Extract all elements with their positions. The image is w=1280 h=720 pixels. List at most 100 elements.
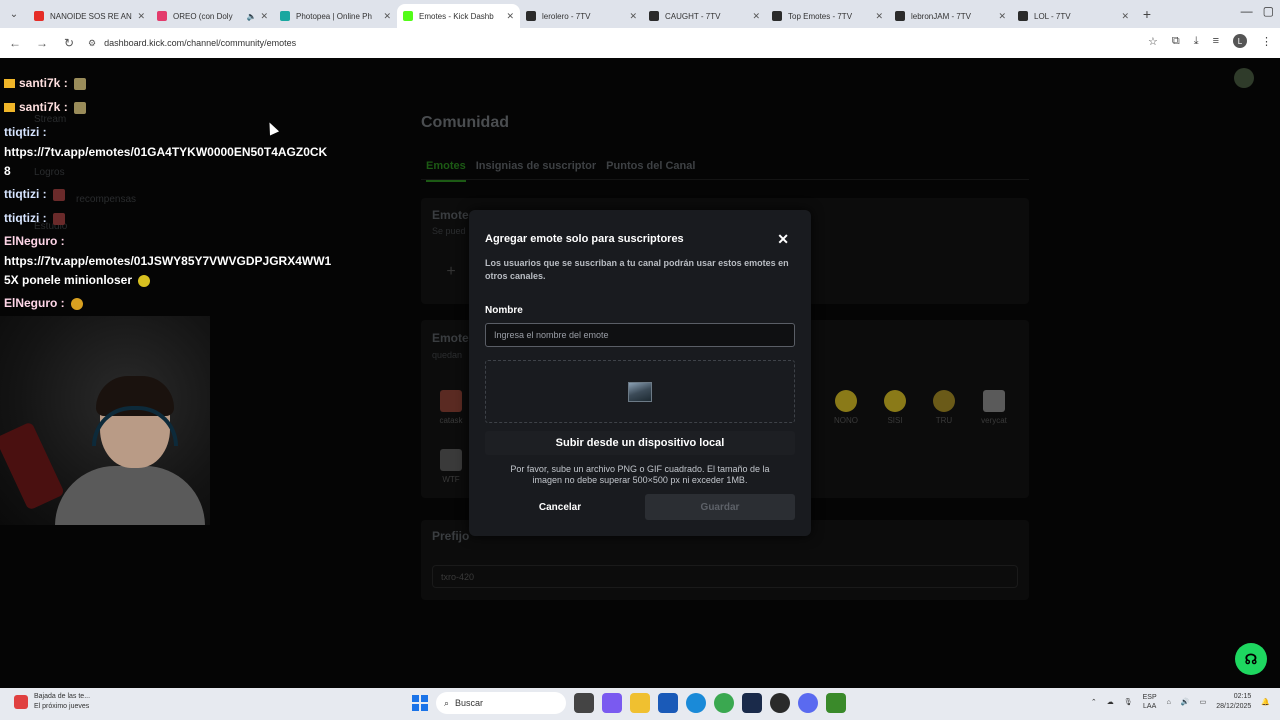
tab-favicon-icon	[1018, 11, 1028, 21]
tab-title: CAUGHT - 7TV	[665, 11, 721, 21]
tab-close-icon[interactable]: ✕	[383, 11, 391, 22]
tab-close-icon[interactable]: ✕	[260, 11, 268, 22]
tab-audio-icon[interactable]: 🔈	[246, 12, 256, 21]
user-avatar[interactable]	[1234, 68, 1254, 88]
page-viewport: Stream Logros recompensas Estudio Comuni…	[0, 58, 1280, 688]
browser-tab[interactable]: LOL - 7TV ✕	[1012, 4, 1135, 28]
browser-tab[interactable]: CAUGHT - 7TV ✕	[643, 4, 766, 28]
menu-kebab-icon[interactable]: ⋮	[1261, 35, 1272, 48]
steam-icon[interactable]	[742, 693, 762, 713]
forward-icon[interactable]: →	[30, 36, 54, 50]
tab-favicon-icon	[403, 11, 413, 21]
notifications-bell-icon[interactable]: 🔔	[1261, 698, 1270, 706]
obs-icon[interactable]	[770, 693, 790, 713]
back-icon[interactable]: ←	[3, 36, 27, 50]
maximize-icon[interactable]: ▢	[1263, 4, 1274, 18]
emote-icon	[73, 77, 86, 90]
emote-name-input[interactable]	[485, 323, 795, 347]
emote-item[interactable]: TRU	[924, 390, 964, 425]
extensions-icon[interactable]: ⧉	[1172, 35, 1180, 48]
sidebar-item-recompensas[interactable]: recompensas	[76, 194, 136, 205]
profile-avatar[interactable]: L	[1233, 34, 1247, 48]
network-icon[interactable]: ⌂	[1167, 699, 1171, 706]
sidebar-item-logros[interactable]: Logros	[34, 167, 65, 178]
emote-image	[884, 390, 906, 412]
minecraft-icon[interactable]	[826, 693, 846, 713]
tab-search-menu-icon[interactable]: ⌄	[0, 0, 28, 28]
site-info-icon[interactable]: ⚙	[88, 38, 96, 49]
browser-tab[interactable]: lerolero - 7TV ✕	[520, 4, 643, 28]
chevron-up-icon[interactable]: ⌃	[1091, 698, 1097, 706]
discord-icon[interactable]	[798, 693, 818, 713]
browser-tab[interactable]: Top Emotes - 7TV ✕	[766, 4, 889, 28]
battery-icon[interactable]: ▭	[1200, 698, 1207, 706]
reload-icon[interactable]: ↻	[57, 36, 81, 50]
emotes-card-title: Emote	[432, 208, 469, 222]
add-emote-button[interactable]: +	[433, 254, 469, 290]
close-icon[interactable]: ✕	[777, 231, 789, 248]
tab-divider	[421, 179, 1029, 180]
tab-close-icon[interactable]: ✕	[875, 11, 883, 22]
windows-start-icon[interactable]	[412, 695, 428, 711]
upload-requirements-note: Por favor, sube un archivo PNG o GIF cua…	[510, 464, 770, 485]
chat-message: santi7k :	[4, 100, 86, 114]
emote-image	[983, 390, 1005, 412]
clock[interactable]: 02:15 28/12/2025	[1216, 692, 1251, 712]
emote-image	[835, 390, 857, 412]
chat-text: https://7tv.app/emotes/01JSWY85Y7VWVGDPJ…	[4, 254, 332, 268]
image-dropzone[interactable]	[485, 360, 795, 423]
minimize-icon[interactable]: —	[1241, 4, 1253, 18]
prefix-field[interactable]: txro-420	[432, 565, 1018, 588]
news-widget[interactable]: Bajada de las te... El próximo jueves	[14, 692, 90, 712]
emote-icon	[52, 212, 65, 225]
reading-list-icon[interactable]: ≡	[1213, 35, 1219, 47]
news-headline: Bajada de las te...	[34, 693, 91, 700]
browser-tab[interactable]: OREO (con Doly 🔈 ✕	[151, 4, 274, 28]
bookmark-star-icon[interactable]: ☆	[1148, 35, 1158, 48]
sub-emotes-card-title: Emote	[432, 331, 469, 345]
file-explorer-icon[interactable]	[630, 693, 650, 713]
tab-close-icon[interactable]: ✕	[998, 11, 1006, 22]
emote-item[interactable]: WTF	[431, 449, 471, 484]
new-tab-button[interactable]: +	[1135, 6, 1159, 22]
tab-close-icon[interactable]: ✕	[752, 11, 760, 22]
upload-local-button[interactable]: Subir desde un dispositivo local	[485, 431, 795, 455]
emote-item[interactable]: catask	[431, 390, 471, 425]
url-field[interactable]: ⚙ dashboard.kick.com/channel/community/e…	[80, 32, 1140, 54]
save-button[interactable]: Guardar	[645, 494, 795, 520]
microphone-icon[interactable]: 🎙	[1124, 698, 1133, 706]
download-icon[interactable]: ⤓	[1194, 35, 1199, 48]
emote-name: NONO	[834, 416, 858, 425]
tab-favicon-icon	[526, 11, 536, 21]
emote-name: verycat	[981, 416, 1007, 425]
image-placeholder-icon	[628, 381, 652, 402]
chat-text: https://7tv.app/emotes/01GA4TYKW0000EN50…	[4, 145, 328, 159]
cancel-button[interactable]: Cancelar	[485, 494, 635, 520]
name-label: Nombre	[485, 305, 523, 316]
chat-text: 8	[4, 164, 11, 178]
volume-icon[interactable]: 🔊	[1181, 698, 1190, 706]
copilot-icon[interactable]	[602, 693, 622, 713]
support-chat-button[interactable]: ☊	[1235, 643, 1267, 675]
browser-tab[interactable]: NANOIDE SOS RE AN ✕	[28, 4, 151, 28]
emote-item[interactable]: verycat	[974, 390, 1014, 425]
taskbar-apps: ⌕ Buscar	[412, 692, 846, 714]
language-indicator[interactable]: ESP LAA	[1143, 693, 1157, 711]
modal-description: Los usuarios que se suscriban a tu canal…	[485, 258, 789, 281]
onedrive-icon[interactable]: ☁	[1107, 698, 1114, 706]
tab-close-icon[interactable]: ✕	[629, 11, 637, 22]
chrome-icon[interactable]	[714, 693, 734, 713]
browser-tab[interactable]: Emotes - Kick Dashb ✕	[397, 4, 520, 28]
tab-close-icon[interactable]: ✕	[137, 11, 145, 22]
browser-tab[interactable]: lebronJAM - 7TV ✕	[889, 4, 1012, 28]
emote-item[interactable]: SISI	[875, 390, 915, 425]
browser-tab[interactable]: Photopea | Online Ph ✕	[274, 4, 397, 28]
edge-icon[interactable]	[686, 693, 706, 713]
sidebar-item-stream[interactable]: Stream	[34, 114, 66, 125]
task-view-icon[interactable]	[574, 693, 594, 713]
taskbar-search[interactable]: ⌕ Buscar	[436, 692, 566, 714]
emote-item[interactable]: NONO	[826, 390, 866, 425]
tab-close-icon[interactable]: ✕	[1121, 11, 1129, 22]
store-icon[interactable]	[658, 693, 678, 713]
tab-close-icon[interactable]: ✕	[506, 11, 514, 22]
